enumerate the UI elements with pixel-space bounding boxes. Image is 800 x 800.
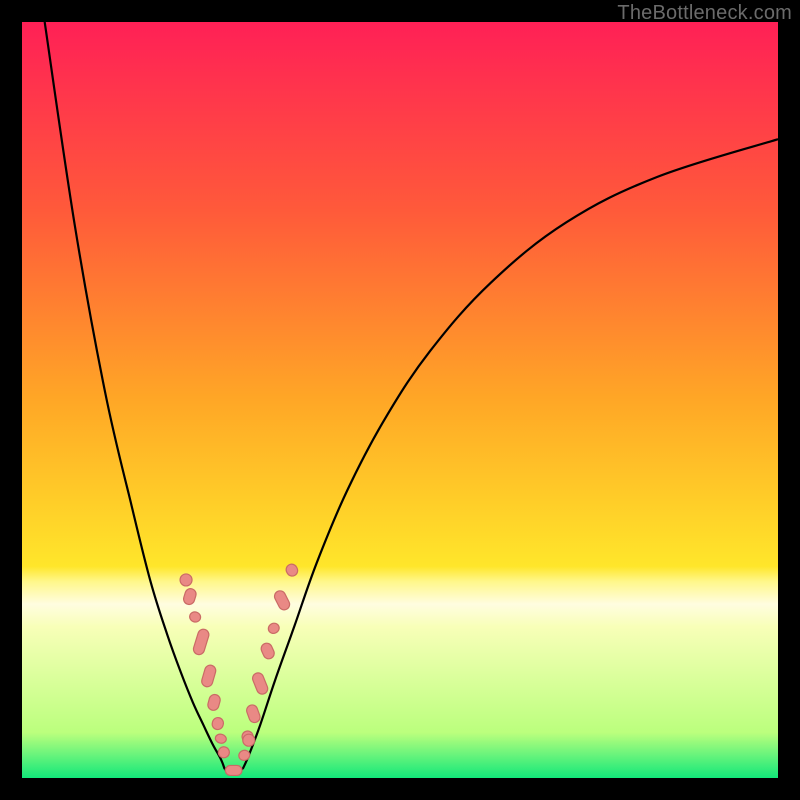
bead-round [243,734,255,746]
bead-right [267,621,281,635]
watermark-text: TheBottleneck.com [617,2,792,25]
chart-svg [22,22,778,778]
bead-left [214,733,227,744]
curve-left-branch [45,22,225,769]
bead-right [284,562,299,578]
bead-left [182,587,197,606]
bead-left [211,716,225,730]
bead-right [273,589,292,612]
curve-right-branch [243,139,778,769]
bead-left [200,664,217,688]
bead-right [251,671,269,696]
bead-right [245,703,261,724]
bead-left [192,628,210,656]
bead-left [188,611,201,624]
bead-left [207,693,222,711]
bead-round [180,574,192,586]
plot-area [22,22,778,778]
chart-frame: TheBottleneck.com [0,0,800,800]
valley-segment [225,765,242,775]
bead-right [259,641,276,660]
bead-right [237,749,251,762]
